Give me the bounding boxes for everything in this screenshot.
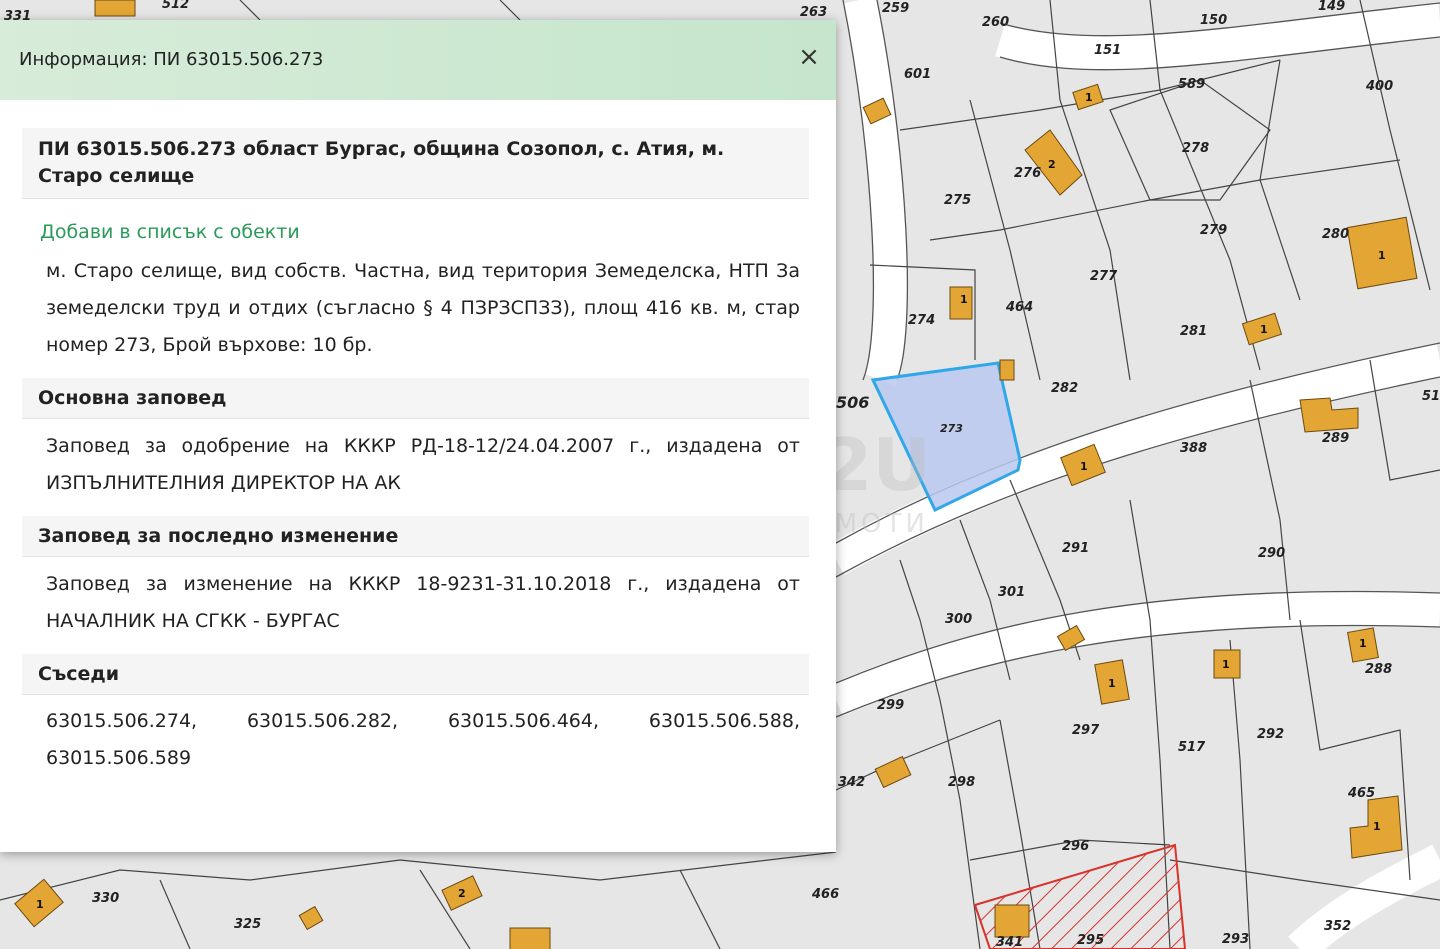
- section-last-change-heading: Заповед за последно изменение: [22, 516, 809, 557]
- building: [94, 0, 136, 17]
- neighbors-list: 63015.506.274, 63015.506.282, 63015.506.…: [22, 695, 809, 777]
- parcel-label: 282: [1051, 381, 1078, 396]
- parcel-label: 299: [877, 698, 904, 713]
- parcel-label: 278: [1182, 141, 1209, 156]
- parcel-label: 277: [1090, 269, 1118, 284]
- parcel-heading: ПИ 63015.506.273 област Бургас, община С…: [22, 128, 809, 199]
- section-main-order-text: Заповед за одобрение на КККР РД-18-12/24…: [46, 435, 800, 494]
- parcel-label: 465: [1347, 786, 1375, 801]
- parcel-label: 296: [1062, 839, 1089, 854]
- close-icon[interactable]: ×: [796, 42, 822, 72]
- section-neighbors-heading: Съседи: [22, 654, 809, 695]
- building-number: 2: [458, 887, 466, 900]
- parcel-label: 150: [1200, 13, 1227, 28]
- parcel-label: 291: [1062, 541, 1089, 556]
- parcel-label: 293: [1222, 932, 1249, 947]
- info-panel-title: Информация: ПИ 63015.506.273: [19, 49, 324, 70]
- parcel-label: 279: [1200, 223, 1227, 238]
- parcel-label: 341: [996, 935, 1023, 949]
- parcel-label: 400: [1365, 79, 1393, 94]
- building-number: 1: [1373, 820, 1381, 833]
- section-main-order-heading: Основна заповед: [22, 378, 809, 419]
- parcel-description: м. Старо селище, вид собств. Частна, вид…: [46, 260, 800, 356]
- section-last-change-text: Заповед за изменение на КККР 18-9231-31.…: [46, 573, 800, 632]
- building-number: 1: [960, 293, 968, 306]
- parcel-label: 290: [1258, 546, 1285, 561]
- parcel-label-273: 273: [940, 422, 963, 435]
- parcel-label: 280: [1322, 227, 1349, 242]
- parcel-label: 466: [811, 887, 839, 902]
- parcel-label: 263: [800, 5, 827, 20]
- parcel-label: 601: [904, 67, 931, 82]
- parcel-label: 274: [908, 313, 935, 328]
- parcel-label: 301: [998, 585, 1025, 600]
- parcel-label: 342: [838, 775, 865, 790]
- info-panel-body: ПИ 63015.506.273 област Бургас, община С…: [22, 128, 809, 777]
- neighbor-item[interactable]: 63015.506.589: [46, 747, 191, 769]
- parcel-label: 352: [1324, 919, 1351, 934]
- parcel-label: 289: [1322, 431, 1349, 446]
- building: [994, 904, 1030, 938]
- parcel-label: 259: [882, 1, 909, 16]
- parcel-label: 330: [92, 891, 119, 906]
- parcel-label: 149: [1318, 0, 1345, 14]
- parcel-label: 51: [1422, 389, 1440, 404]
- info-panel: Информация: ПИ 63015.506.273 × ПИ 63015.…: [0, 20, 836, 852]
- parcel-label: 512: [162, 0, 189, 12]
- neighbor-item[interactable]: 63015.506.588,: [649, 703, 800, 740]
- building-number: 1: [36, 898, 44, 911]
- building: [509, 927, 551, 949]
- info-panel-header: Информация: ПИ 63015.506.273 ×: [0, 20, 836, 100]
- parcel-label: 517: [1178, 740, 1206, 755]
- neighbor-item[interactable]: 63015.506.274,: [46, 703, 197, 740]
- parcel-label: 292: [1257, 727, 1284, 742]
- add-to-list-link[interactable]: Добави в списък с обекти: [40, 221, 809, 251]
- building-number: 1: [1080, 460, 1088, 473]
- building-number: 1: [1378, 249, 1386, 262]
- building-number: 1: [1260, 323, 1268, 336]
- parcel-label: 589: [1178, 77, 1205, 92]
- parcel-label: 151: [1094, 43, 1121, 58]
- parcel-label: 275: [944, 193, 971, 208]
- parcel-label: 464: [1005, 300, 1033, 315]
- neighbor-item[interactable]: 63015.506.282,: [247, 703, 398, 740]
- parcel-label: 297: [1072, 723, 1100, 738]
- parcel-label: 288: [1365, 662, 1392, 677]
- parcel-label: 281: [1180, 324, 1207, 339]
- parcel-label: 260: [982, 15, 1009, 30]
- building-number: 2: [1048, 158, 1056, 171]
- parcel-label: 325: [234, 917, 261, 932]
- parcel-label: 298: [948, 775, 975, 790]
- neighbor-item[interactable]: 63015.506.464,: [448, 703, 599, 740]
- building: [999, 359, 1015, 381]
- parcel-label: 295: [1077, 933, 1104, 948]
- building-number: 1: [1085, 91, 1093, 104]
- building-number: 1: [1222, 658, 1230, 671]
- parcel-label: 388: [1180, 441, 1207, 456]
- building-number: 1: [1108, 677, 1116, 690]
- parcel-label: 276: [1014, 166, 1041, 181]
- parcel-label: 300: [945, 612, 972, 627]
- building-number: 1: [1359, 637, 1367, 650]
- block-label: 506: [836, 393, 869, 412]
